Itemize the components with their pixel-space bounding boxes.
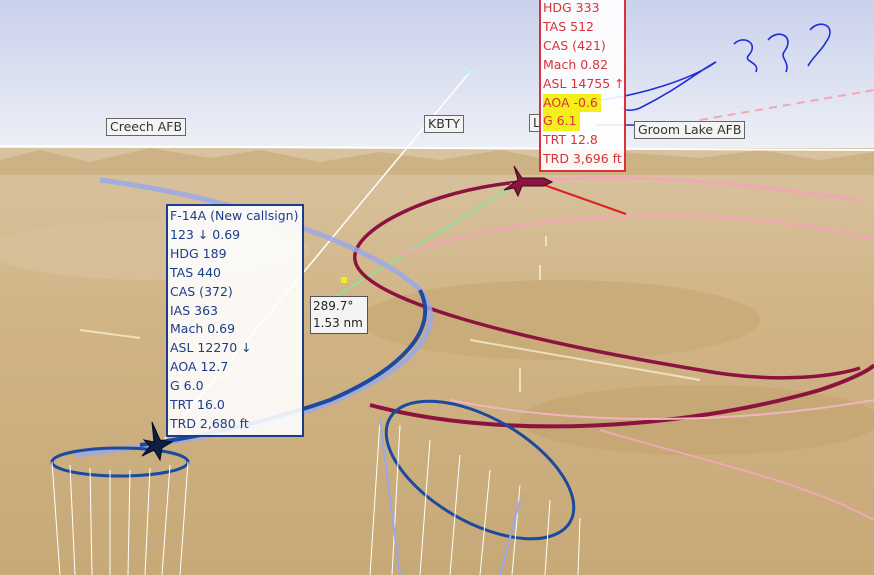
trd-line: TRD 2,680 ft xyxy=(170,415,249,431)
bearing-value: 289.7° xyxy=(313,299,354,313)
asl-line: ASL 12270 ↓ xyxy=(170,340,252,356)
tas-line: TAS 512 xyxy=(543,18,594,34)
3d-tactical-view[interactable] xyxy=(0,0,874,575)
callsign-line: F-14A (New callsign) xyxy=(170,208,299,223)
friendly-data-panel[interactable]: F-14A (New callsign) 123 ↓ 0.69 HDG 189 … xyxy=(166,204,304,437)
map-label-groom: Groom Lake AFB xyxy=(634,121,746,139)
cas-line: CAS (421) xyxy=(543,37,606,53)
g-line: G 6.0 xyxy=(170,378,204,394)
data-line: 123 ↓ 0.69 xyxy=(170,226,241,242)
asl-line: ASL 14755 ↑ xyxy=(543,75,625,91)
distance-value: 1.53 nm xyxy=(313,316,363,330)
terrain xyxy=(0,148,874,575)
aoa-line-highlighted: AOA -0.6 xyxy=(543,93,601,113)
g-line-highlighted: G 6.1 xyxy=(543,112,580,132)
tas-line: TAS 440 xyxy=(170,264,221,280)
map-label-creech: Creech AFB xyxy=(106,118,187,136)
range-bearing-readout: 289.7° 1.53 nm xyxy=(310,296,368,334)
aoa-line: AOA 12.7 xyxy=(170,359,229,375)
heading-line: HDG 333 xyxy=(543,0,600,15)
mach-line: Mach 0.69 xyxy=(170,321,236,337)
cas-line: CAS (372) xyxy=(170,283,233,299)
hostile-data-panel[interactable]: HDG 333 TAS 512 CAS (421) Mach 0.82 ASL … xyxy=(539,0,626,173)
heading-line: HDG 189 xyxy=(170,245,227,261)
trt-line: TRT 16.0 xyxy=(170,397,225,413)
map-label-kbty: KBTY xyxy=(424,115,465,133)
ias-line: IAS 363 xyxy=(170,302,219,318)
trd-line: TRD 3,696 ft xyxy=(543,151,622,167)
trt-line: TRT 12.8 xyxy=(543,132,598,148)
mach-line: Mach 0.82 xyxy=(543,56,609,72)
marker xyxy=(341,277,347,283)
